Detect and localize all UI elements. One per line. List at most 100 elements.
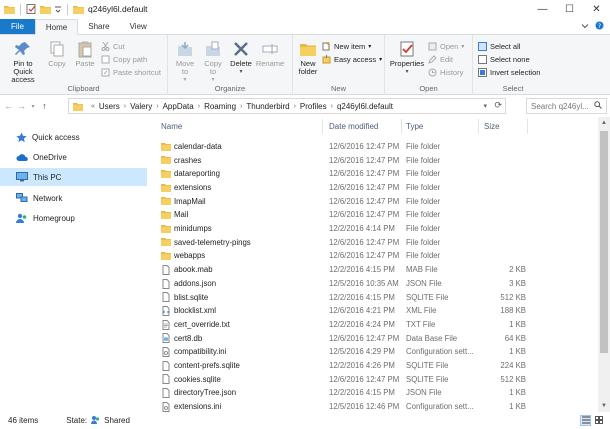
- breadcrumb-separator[interactable]: ›: [156, 103, 158, 110]
- file-row[interactable]: saved-telemetry-pings 12/6/2016 12:47 PM F…: [155, 235, 598, 249]
- properties-icon[interactable]: [26, 4, 37, 14]
- paste-shortcut-icon: [101, 68, 110, 77]
- pin-icon: [13, 39, 33, 59]
- breadcrumb-item[interactable]: Profiles: [300, 102, 327, 111]
- search-input[interactable]: Search q246yl...: [526, 98, 607, 114]
- file-row[interactable]: compatibility.ini 12/5/2016 4:29 PM Config…: [155, 345, 598, 359]
- invert-selection-button[interactable]: Invert selection: [478, 66, 540, 79]
- file-row[interactable]: calendar-data 12/6/2016 12:47 PM File fold…: [155, 140, 598, 154]
- column-type[interactable]: Type: [406, 122, 423, 131]
- breadcrumb-separator[interactable]: ›: [124, 103, 126, 110]
- file-row[interactable]: addons.json 12/5/2016 10:35 AM JSON File 3 …: [155, 277, 598, 291]
- large-icons-view-button[interactable]: [593, 415, 604, 426]
- close-button[interactable]: ✕: [583, 0, 610, 19]
- chevron-down-icon[interactable]: [54, 4, 62, 14]
- file-row[interactable]: blist.sqlite 12/2/2016 4:15 PM SQLITE File…: [155, 290, 598, 304]
- column-separator[interactable]: [527, 119, 528, 134]
- file-row[interactable]: crashes 12/6/2016 12:47 PM File folder: [155, 153, 598, 167]
- file-row[interactable]: blocklist.xml 12/6/2016 4:21 PM XML File 18…: [155, 304, 598, 318]
- breadcrumb-separator[interactable]: ›: [294, 103, 296, 110]
- move-to-icon: [175, 39, 195, 59]
- nav-item-this-pc[interactable]: This PC: [0, 168, 147, 186]
- column-name[interactable]: Name: [161, 122, 182, 131]
- file-row[interactable]: content-prefs.sqlite 12/2/2016 4:26 PM SQL…: [155, 359, 598, 373]
- file-size: 1 KB: [509, 319, 526, 329]
- back-button[interactable]: ←: [2, 99, 15, 113]
- breadcrumb-item[interactable]: Roaming: [204, 102, 236, 111]
- copy-path-button[interactable]: Copy path: [101, 53, 161, 66]
- vertical-scrollbar[interactable]: ▲ ▼: [598, 117, 610, 412]
- breadcrumb-item[interactable]: q246yl6l.default: [337, 102, 393, 111]
- column-separator[interactable]: [478, 119, 479, 134]
- nav-item-quick-access[interactable]: Quick access: [0, 128, 147, 146]
- file-date: 12/6/2016 12:47 PM: [329, 210, 400, 220]
- breadcrumb-separator[interactable]: ›: [240, 103, 242, 110]
- file-row[interactable]: Mail 12/6/2016 12:47 PM File folder: [155, 208, 598, 222]
- nav-item-onedrive[interactable]: OneDrive: [0, 148, 147, 166]
- file-type: JSON File: [406, 388, 442, 398]
- file-row[interactable]: cert_override.txt 12/2/2016 4:24 PM TXT Fi…: [155, 318, 598, 332]
- file-date: 12/5/2016 12:46 PM: [329, 402, 400, 412]
- scroll-up-button[interactable]: ▲: [598, 117, 610, 129]
- column-separator[interactable]: [322, 119, 323, 134]
- file-row[interactable]: directoryTree.json 12/2/2016 4:15 PM JSON …: [155, 386, 598, 400]
- history-button[interactable]: History: [428, 66, 464, 79]
- folder-icon[interactable]: [4, 4, 15, 14]
- file-date: 12/2/2016 4:15 PM: [329, 388, 395, 398]
- new-item-button[interactable]: New item ▾: [322, 40, 382, 53]
- minimize-button[interactable]: —: [529, 0, 556, 19]
- maximize-button[interactable]: ☐: [556, 0, 583, 19]
- column-size[interactable]: Size: [484, 122, 500, 131]
- nav-item-homegroup[interactable]: Homegroup: [0, 209, 147, 227]
- breadcrumb-separator[interactable]: ›: [198, 103, 200, 110]
- breadcrumb-item[interactable]: Users: [99, 102, 120, 111]
- file-row[interactable]: cookies.sqlite 12/6/2016 12:47 PM SQLITE F…: [155, 372, 598, 386]
- breadcrumb-overflow[interactable]: «: [91, 103, 95, 110]
- select-none-button[interactable]: Select none: [478, 53, 540, 66]
- breadcrumb-separator[interactable]: ›: [331, 103, 333, 110]
- open-button[interactable]: Open ▾: [428, 40, 464, 53]
- file-row[interactable]: webapps 12/6/2016 12:47 PM File folder: [155, 249, 598, 263]
- breadcrumb-item[interactable]: Valery: [130, 102, 152, 111]
- breadcrumb-item[interactable]: Thunderbird: [246, 102, 289, 111]
- file-date: 12/6/2016 12:47 PM: [329, 374, 400, 384]
- file-date: 12/2/2016 4:26 PM: [329, 361, 395, 371]
- file-type: File folder: [406, 237, 441, 247]
- column-separator[interactable]: [401, 119, 402, 134]
- paste-shortcut-button[interactable]: Paste shortcut: [101, 66, 161, 79]
- select-all-button[interactable]: Select all: [478, 40, 540, 53]
- file-row[interactable]: abook.mab 12/2/2016 4:15 PM MAB File 2 KB: [155, 263, 598, 277]
- file-row[interactable]: datareporting 12/6/2016 12:47 PM File fold…: [155, 167, 598, 181]
- tab-view[interactable]: View: [120, 19, 157, 34]
- new-item-icon: [322, 42, 331, 51]
- file-row[interactable]: ImapMail 12/6/2016 12:47 PM File folder: [155, 194, 598, 208]
- file-type: File folder: [406, 155, 441, 165]
- details-view-button[interactable]: [580, 415, 591, 426]
- folder-icon: [161, 155, 171, 165]
- scroll-down-button[interactable]: ▼: [598, 400, 610, 412]
- refresh-icon[interactable]: ⟳: [494, 100, 502, 111]
- scrollbar-thumb[interactable]: [600, 131, 608, 353]
- nav-item-network[interactable]: Network: [0, 189, 147, 207]
- tab-file[interactable]: File: [0, 19, 35, 34]
- forward-button[interactable]: →: [15, 99, 28, 113]
- chevron-down-icon[interactable]: ▾: [483, 102, 487, 110]
- edit-button[interactable]: Edit: [428, 53, 464, 66]
- file-row[interactable]: extensions 12/6/2016 12:47 PM File folder: [155, 181, 598, 195]
- chevron-down-icon[interactable]: [581, 22, 589, 32]
- column-date[interactable]: Date modified: [329, 122, 378, 131]
- chevron-down-icon: ▾: [461, 44, 465, 50]
- recent-locations-button[interactable]: ▾: [28, 99, 38, 113]
- easy-access-button[interactable]: Easy access ▾: [322, 53, 382, 66]
- cut-button[interactable]: Cut: [101, 40, 161, 53]
- new-folder-icon[interactable]: [40, 4, 51, 14]
- address-bar[interactable]: « Users › Valery › AppData › Roaming › Thunderbi…: [68, 98, 506, 114]
- network-icon: [16, 193, 28, 203]
- file-row[interactable]: cert8.db 12/6/2016 12:47 PM Data Base File…: [155, 331, 598, 345]
- up-button[interactable]: ↑: [38, 99, 51, 113]
- file-row[interactable]: minidumps 12/2/2016 4:14 PM File folder: [155, 222, 598, 236]
- help-icon[interactable]: ?: [595, 21, 604, 32]
- breadcrumb-item[interactable]: AppData: [163, 102, 194, 111]
- tab-home[interactable]: Home: [34, 19, 79, 35]
- tab-share[interactable]: Share: [78, 19, 119, 34]
